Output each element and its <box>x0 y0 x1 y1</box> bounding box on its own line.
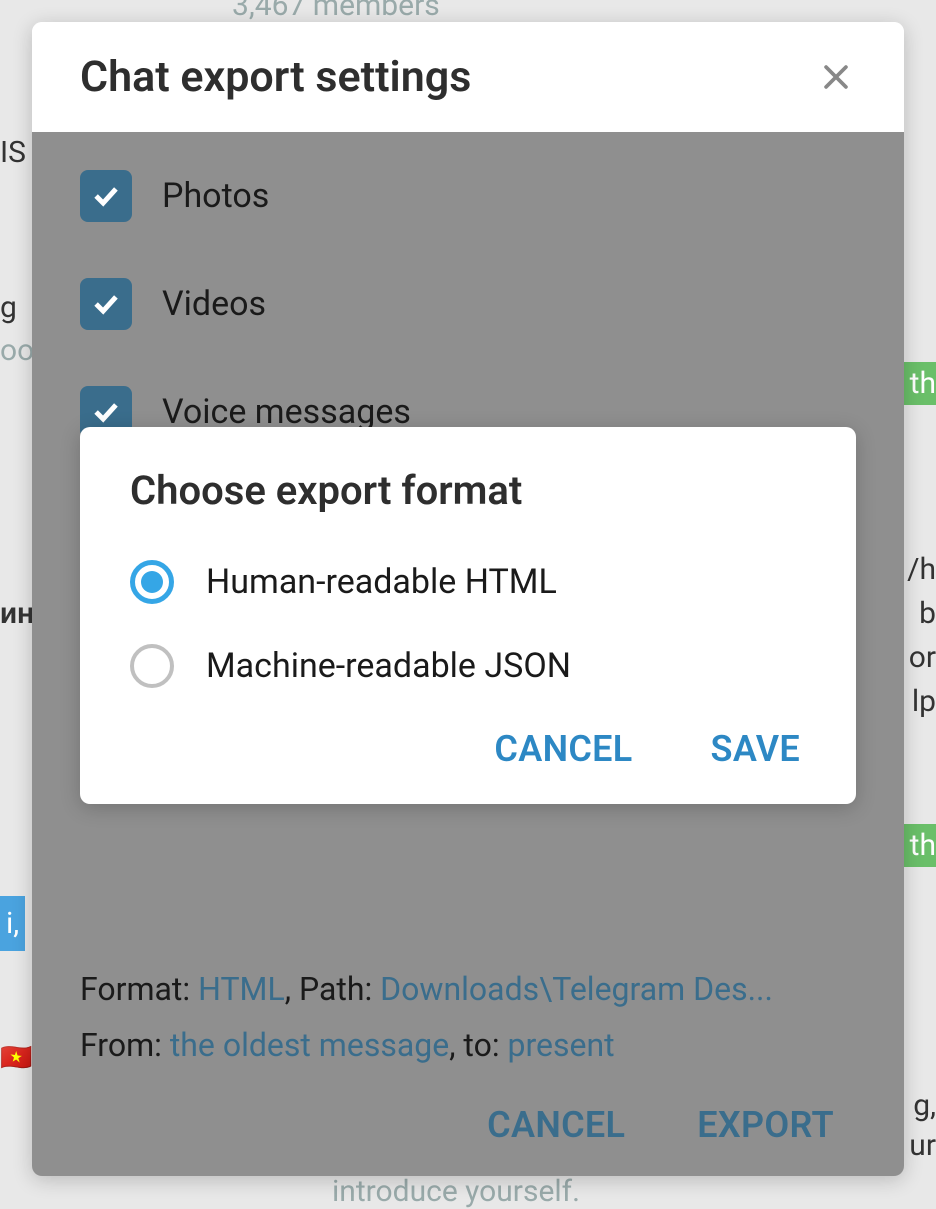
export-button[interactable]: EXPORT <box>697 1104 834 1146</box>
path-link[interactable]: Downloads\Telegram Des... <box>380 970 773 1008</box>
checkbox-row-videos[interactable]: Videos <box>80 278 856 330</box>
save-button[interactable]: SAVE <box>711 728 800 770</box>
cancel-button[interactable]: CANCEL <box>494 728 632 770</box>
checkmark-icon <box>89 287 123 321</box>
dialog-actions: CANCEL EXPORT <box>80 1104 856 1146</box>
checkbox-label: Videos <box>162 284 266 324</box>
dialog-body: Photos Videos Voice messages Format: HTM… <box>32 132 904 1176</box>
from-prefix: From: <box>80 1026 170 1064</box>
export-format-dialog: Choose export format Human-readable HTML… <box>80 427 856 804</box>
checkbox-photos[interactable] <box>80 170 132 222</box>
format-link[interactable]: HTML <box>198 970 285 1008</box>
checkbox-label: Voice messages <box>162 392 411 432</box>
format-path-row: Format: HTML, Path: Downloads\Telegram D… <box>80 970 856 1008</box>
radio-row-json[interactable]: Machine-readable JSON <box>130 644 806 688</box>
radio-html[interactable] <box>130 560 174 604</box>
radio-label: Human-readable HTML <box>206 562 557 602</box>
checkmark-icon <box>89 179 123 213</box>
radio-row-html[interactable]: Human-readable HTML <box>130 560 806 604</box>
format-prefix: Format: <box>80 970 198 1008</box>
radio-label: Machine-readable JSON <box>206 646 571 686</box>
inner-dialog-actions: CANCEL SAVE <box>130 728 806 770</box>
checkbox-videos[interactable] <box>80 278 132 330</box>
dialog-title: Chat export settings <box>80 52 471 102</box>
checkbox-row-photos[interactable]: Photos <box>80 170 856 222</box>
export-settings-dialog: Chat export settings Photos Videos Voice… <box>32 22 904 1176</box>
from-link[interactable]: the oldest message <box>170 1026 449 1064</box>
checkmark-icon <box>89 395 123 429</box>
radio-json[interactable] <box>130 644 174 688</box>
date-range-row: From: the oldest message, to: present <box>80 1026 856 1064</box>
close-icon <box>819 60 853 94</box>
to-link[interactable]: present <box>508 1026 615 1064</box>
format-sep: , Path: <box>285 970 380 1008</box>
inner-dialog-title: Choose export format <box>130 467 806 514</box>
checkbox-label: Photos <box>162 176 269 216</box>
close-button[interactable] <box>816 57 856 97</box>
range-sep: , to: <box>449 1026 507 1064</box>
dialog-header: Chat export settings <box>32 22 904 132</box>
cancel-button[interactable]: CANCEL <box>487 1104 625 1146</box>
